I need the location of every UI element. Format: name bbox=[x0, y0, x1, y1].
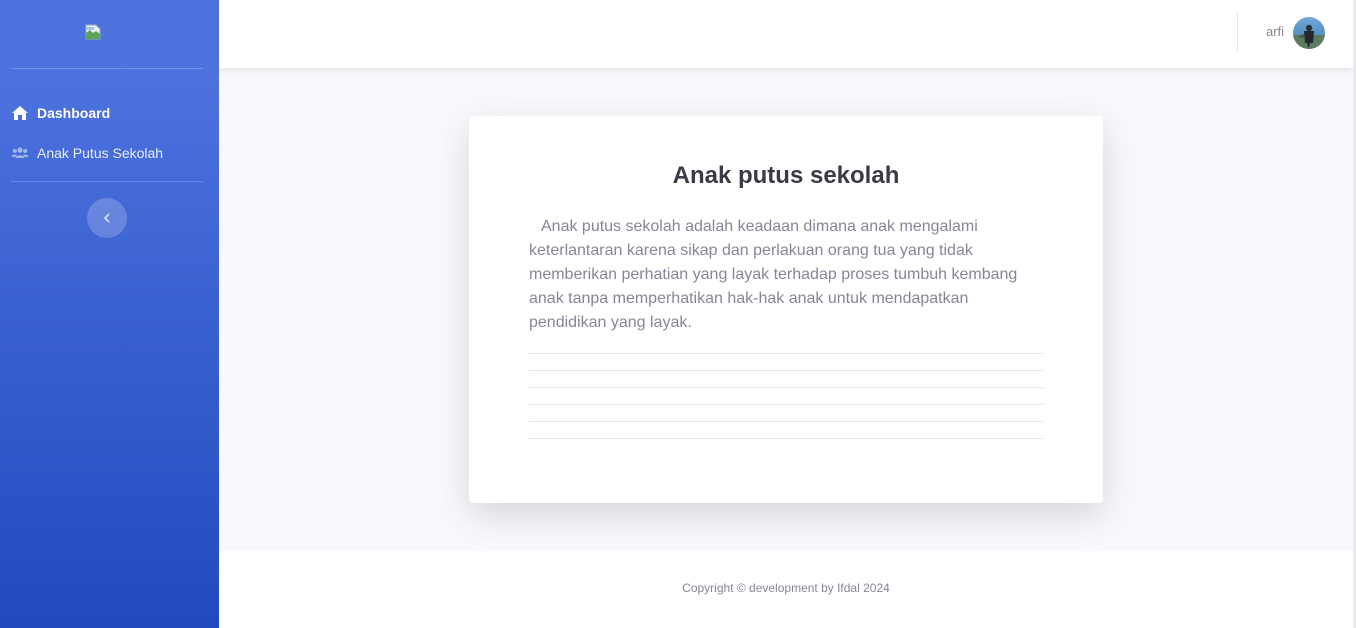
sidebar-divider bbox=[11, 68, 203, 69]
user-name[interactable]: arfi bbox=[1266, 24, 1284, 39]
card-body-text: Anak putus sekolah adalah keadaan dimana… bbox=[529, 215, 1029, 335]
broken-image-icon bbox=[85, 24, 100, 40]
footer: Copyright © development by Ifdal 2024 bbox=[219, 551, 1353, 628]
user-avatar[interactable] bbox=[1293, 17, 1325, 49]
divider-line bbox=[529, 404, 1043, 405]
chevron-left-icon bbox=[104, 213, 110, 223]
divider-line bbox=[529, 438, 1043, 439]
sidebar-item-label: Dashboard bbox=[37, 105, 111, 121]
users-icon bbox=[11, 145, 29, 161]
sidebar-brand[interactable] bbox=[0, 0, 219, 68]
card-body: Anak putus sekolah adalah keadaan dimana… bbox=[529, 218, 1018, 331]
divider-line bbox=[529, 421, 1043, 422]
copyright-text: Copyright © development by Ifdal 2024 bbox=[682, 581, 890, 595]
sidebar-item-label: Anak Putus Sekolah bbox=[37, 145, 164, 161]
card-title: Anak putus sekolah bbox=[672, 162, 900, 189]
sidebar-item-anak-putus-sekolah[interactable]: Anak Putus Sekolah bbox=[11, 142, 163, 164]
divider-line bbox=[529, 370, 1043, 371]
sidebar: Dashboard Anak Putus Sekolah bbox=[0, 0, 219, 628]
info-card: Anak putus sekolah Anak putus sekolah ad… bbox=[469, 116, 1103, 503]
sidebar-item-dashboard[interactable]: Dashboard bbox=[11, 102, 110, 124]
topbar: arfi bbox=[219, 0, 1353, 68]
divider-line bbox=[529, 353, 1043, 354]
sidebar-divider bbox=[11, 181, 203, 182]
sidebar-toggle-button[interactable] bbox=[87, 198, 127, 238]
topbar-divider bbox=[1237, 13, 1238, 52]
divider-line bbox=[529, 387, 1043, 388]
home-icon bbox=[11, 105, 29, 121]
